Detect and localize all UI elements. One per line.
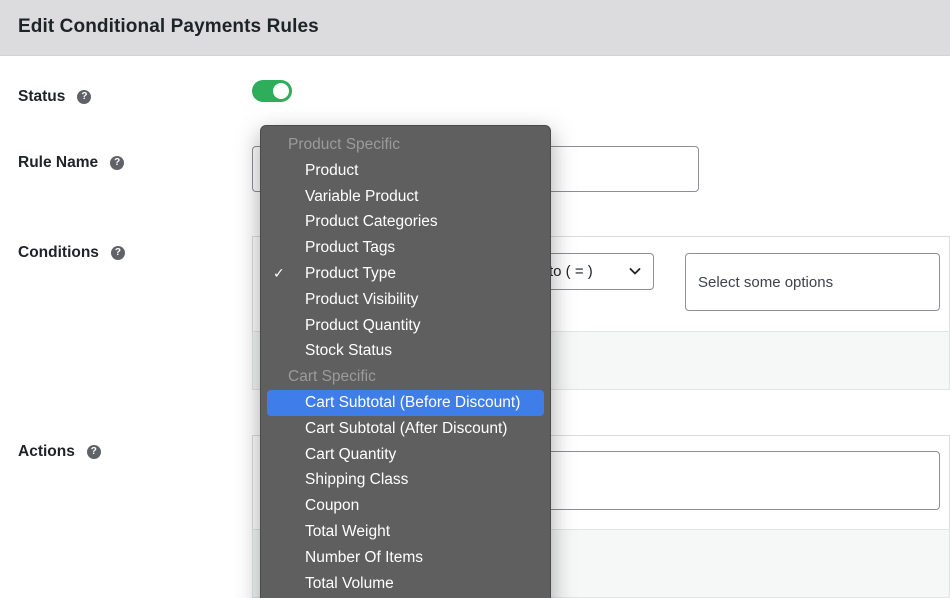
- dropdown-option-label: Cart Subtotal (After Discount): [305, 419, 508, 437]
- dropdown-option[interactable]: Product Visibility: [261, 287, 550, 313]
- help-icon[interactable]: ?: [110, 246, 125, 260]
- checkmark-icon: ✓: [273, 264, 285, 281]
- dropdown-option-label: Cart Subtotal (Before Discount): [305, 393, 521, 411]
- toggle-knob: [273, 83, 289, 99]
- edit-rule-page: Edit Conditional Payments Rules Status ?…: [0, 0, 950, 598]
- action-input[interactable]: [510, 451, 940, 510]
- dropdown-option[interactable]: Cart Subtotal (After Discount): [261, 416, 550, 442]
- dropdown-option-label: Product Quantity: [305, 316, 421, 334]
- actions-label-row: Actions ?: [18, 443, 101, 461]
- dropdown-option-label: Coupon: [305, 497, 360, 515]
- condition-type-dropdown[interactable]: Product Specific Product Variable Product P…: [260, 125, 551, 598]
- dropdown-option[interactable]: Variable Product: [261, 184, 550, 210]
- dropdown-option-label: Product: [305, 161, 359, 179]
- dropdown-option-label: Variable Product: [305, 187, 419, 205]
- conditions-label-row: Conditions ?: [18, 244, 125, 262]
- dropdown-option[interactable]: ✓ Product Type: [261, 261, 550, 287]
- chevron-down-icon: [629, 268, 641, 275]
- dropdown-option-label: Cart Quantity: [305, 445, 397, 463]
- status-label: Status: [18, 88, 66, 105]
- help-icon[interactable]: ?: [77, 90, 92, 104]
- options-multiselect[interactable]: Select some options: [685, 253, 940, 311]
- rule-name-label-row: Rule Name ?: [18, 154, 125, 172]
- operator-select-value: to ( = ): [549, 263, 593, 280]
- dropdown-option[interactable]: Cart Quantity: [261, 442, 550, 468]
- dropdown-option[interactable]: Product Quantity: [261, 313, 550, 339]
- dropdown-option-label: Total Weight: [305, 522, 391, 540]
- dropdown-option[interactable]: Product: [261, 158, 550, 184]
- status-label-row: Status ?: [18, 88, 92, 106]
- actions-label: Actions: [18, 443, 75, 460]
- dropdown-option[interactable]: Coupon: [261, 493, 550, 519]
- status-toggle[interactable]: [252, 80, 292, 102]
- dropdown-option[interactable]: Total Volume: [261, 571, 550, 597]
- dropdown-option[interactable]: Cart Subtotal (Before Discount): [267, 389, 544, 416]
- dropdown-option[interactable]: Number Of Items: [261, 545, 550, 571]
- conditions-label: Conditions: [18, 244, 99, 261]
- dropdown-option-label: Product Categories: [305, 213, 438, 231]
- dropdown-option-label: Total Volume: [305, 574, 394, 592]
- dropdown-option[interactable]: Product Categories: [261, 209, 550, 235]
- rule-name-label: Rule Name: [18, 154, 99, 171]
- page-header: Edit Conditional Payments Rules: [0, 0, 950, 56]
- dropdown-option-label: Product Visibility: [305, 290, 419, 308]
- options-placeholder: Select some options: [698, 274, 834, 291]
- dropdown-option[interactable]: Product Tags: [261, 235, 550, 261]
- dropdown-group-label: Cart Specific: [288, 368, 376, 386]
- dropdown-option-label: Shipping Class: [305, 471, 409, 489]
- dropdown-option-label: Product Tags: [305, 239, 396, 257]
- dropdown-option[interactable]: Stock Status: [261, 338, 550, 364]
- help-icon[interactable]: ?: [86, 445, 101, 459]
- page-title: Edit Conditional Payments Rules: [18, 16, 319, 37]
- dropdown-option[interactable]: Shipping Class: [261, 467, 550, 493]
- help-icon[interactable]: ?: [110, 156, 125, 170]
- dropdown-option-label: Stock Status: [305, 342, 393, 360]
- dropdown-group-label: Product Specific: [288, 136, 400, 153]
- dropdown-option[interactable]: Total Weight: [261, 519, 550, 545]
- dropdown-option-label: Number Of Items: [305, 548, 423, 566]
- dropdown-option-label: Product Type: [305, 264, 397, 282]
